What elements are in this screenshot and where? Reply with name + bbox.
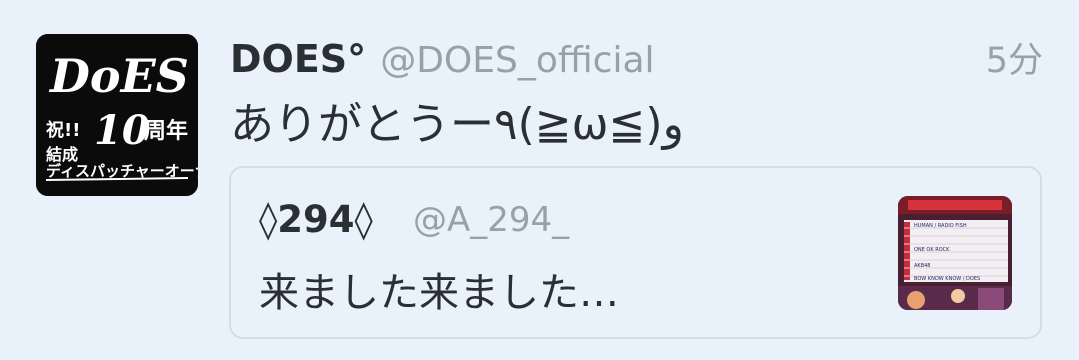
tweet-text: ありがとうー٩(≧ω≦)و <box>230 99 684 150</box>
svg-text:ディスパッチャーオーナンス: ディスパッチャーオーナンス <box>46 162 198 180</box>
quoted-user-handle: @A_294_ <box>413 200 570 240</box>
avatar[interactable]: DoES 祝!! 10 周年 結成 ディスパッチャーオーナンス <box>36 34 198 196</box>
thumb-line-4: BOW KNOW KNOW / DOES <box>914 276 980 282</box>
user-handle[interactable]: @DOES_official <box>380 40 654 81</box>
svg-text:周年: 周年 <box>144 118 188 144</box>
thumb-line-1: HUMAN / RADIO FISH <box>914 223 967 229</box>
thumb-line-3: AKB48 <box>914 263 931 269</box>
avatar-logo-image: DoES 祝!! 10 周年 結成 ディスパッチャーオーナンス <box>36 34 198 196</box>
quoted-display-name: ◊294◊ <box>259 198 373 241</box>
timestamp[interactable]: 5分 <box>986 32 1043 83</box>
tweet-header: DOES° @DOES_official 5分 <box>230 32 1043 81</box>
svg-text:祝!!: 祝!! <box>46 119 80 141</box>
tv-screen-image: HUMAN / RADIO FISH ONE OK ROCK AKB48 BOW… <box>898 196 1012 310</box>
thumb-line-2: ONE OK ROCK <box>914 247 950 253</box>
display-name[interactable]: DOES° <box>230 37 366 81</box>
svg-text:10: 10 <box>94 107 150 154</box>
svg-text:DoES: DoES <box>48 49 189 103</box>
quoted-media-thumbnail[interactable]: HUMAN / RADIO FISH ONE OK ROCK AKB48 BOW… <box>898 196 1012 310</box>
quoted-tweet[interactable]: ◊294◊ @A_294_ 来ました来ました… HUMAN / RADIO FI… <box>229 166 1042 339</box>
quoted-tweet-text: 来ました来ました… <box>259 270 619 316</box>
